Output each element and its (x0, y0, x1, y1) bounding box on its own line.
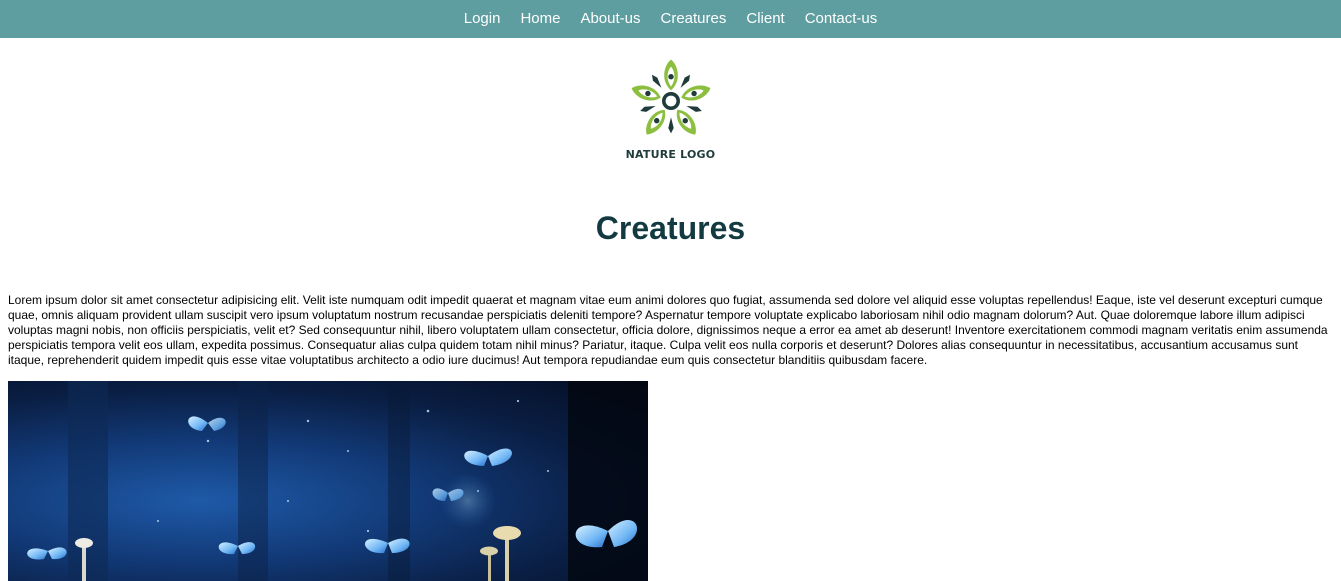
nav-contact-us-link[interactable]: Contact-us (795, 0, 888, 38)
mushroom (480, 547, 498, 581)
butterfly (464, 449, 512, 466)
butterfly (365, 539, 410, 553)
nav-about-us-link[interactable]: About-us (570, 0, 650, 38)
butterfly (27, 547, 66, 559)
page-title: Creatures (0, 208, 1341, 248)
top-navbar: Login Home About-us Creatures Client Con… (0, 0, 1341, 38)
nav-client-link[interactable]: Client (736, 0, 794, 38)
nature-logo-icon (625, 56, 717, 146)
intro-paragraph: Lorem ipsum dolor sit amet consectetur a… (8, 293, 1333, 368)
nav-home-link[interactable]: Home (510, 0, 570, 38)
nav-creatures-link[interactable]: Creatures (651, 0, 737, 38)
butterflies-hero-image (8, 381, 648, 581)
nature-logo: NATURE LOGO (611, 56, 731, 168)
logo-container: NATURE LOGO (0, 56, 1341, 168)
mushroom (493, 526, 521, 581)
butterfly (188, 416, 226, 431)
butterflies-scene (8, 381, 648, 581)
logo-text: NATURE LOGO (626, 148, 716, 161)
butterfly (219, 542, 255, 554)
nav-login-link[interactable]: Login (454, 0, 511, 38)
